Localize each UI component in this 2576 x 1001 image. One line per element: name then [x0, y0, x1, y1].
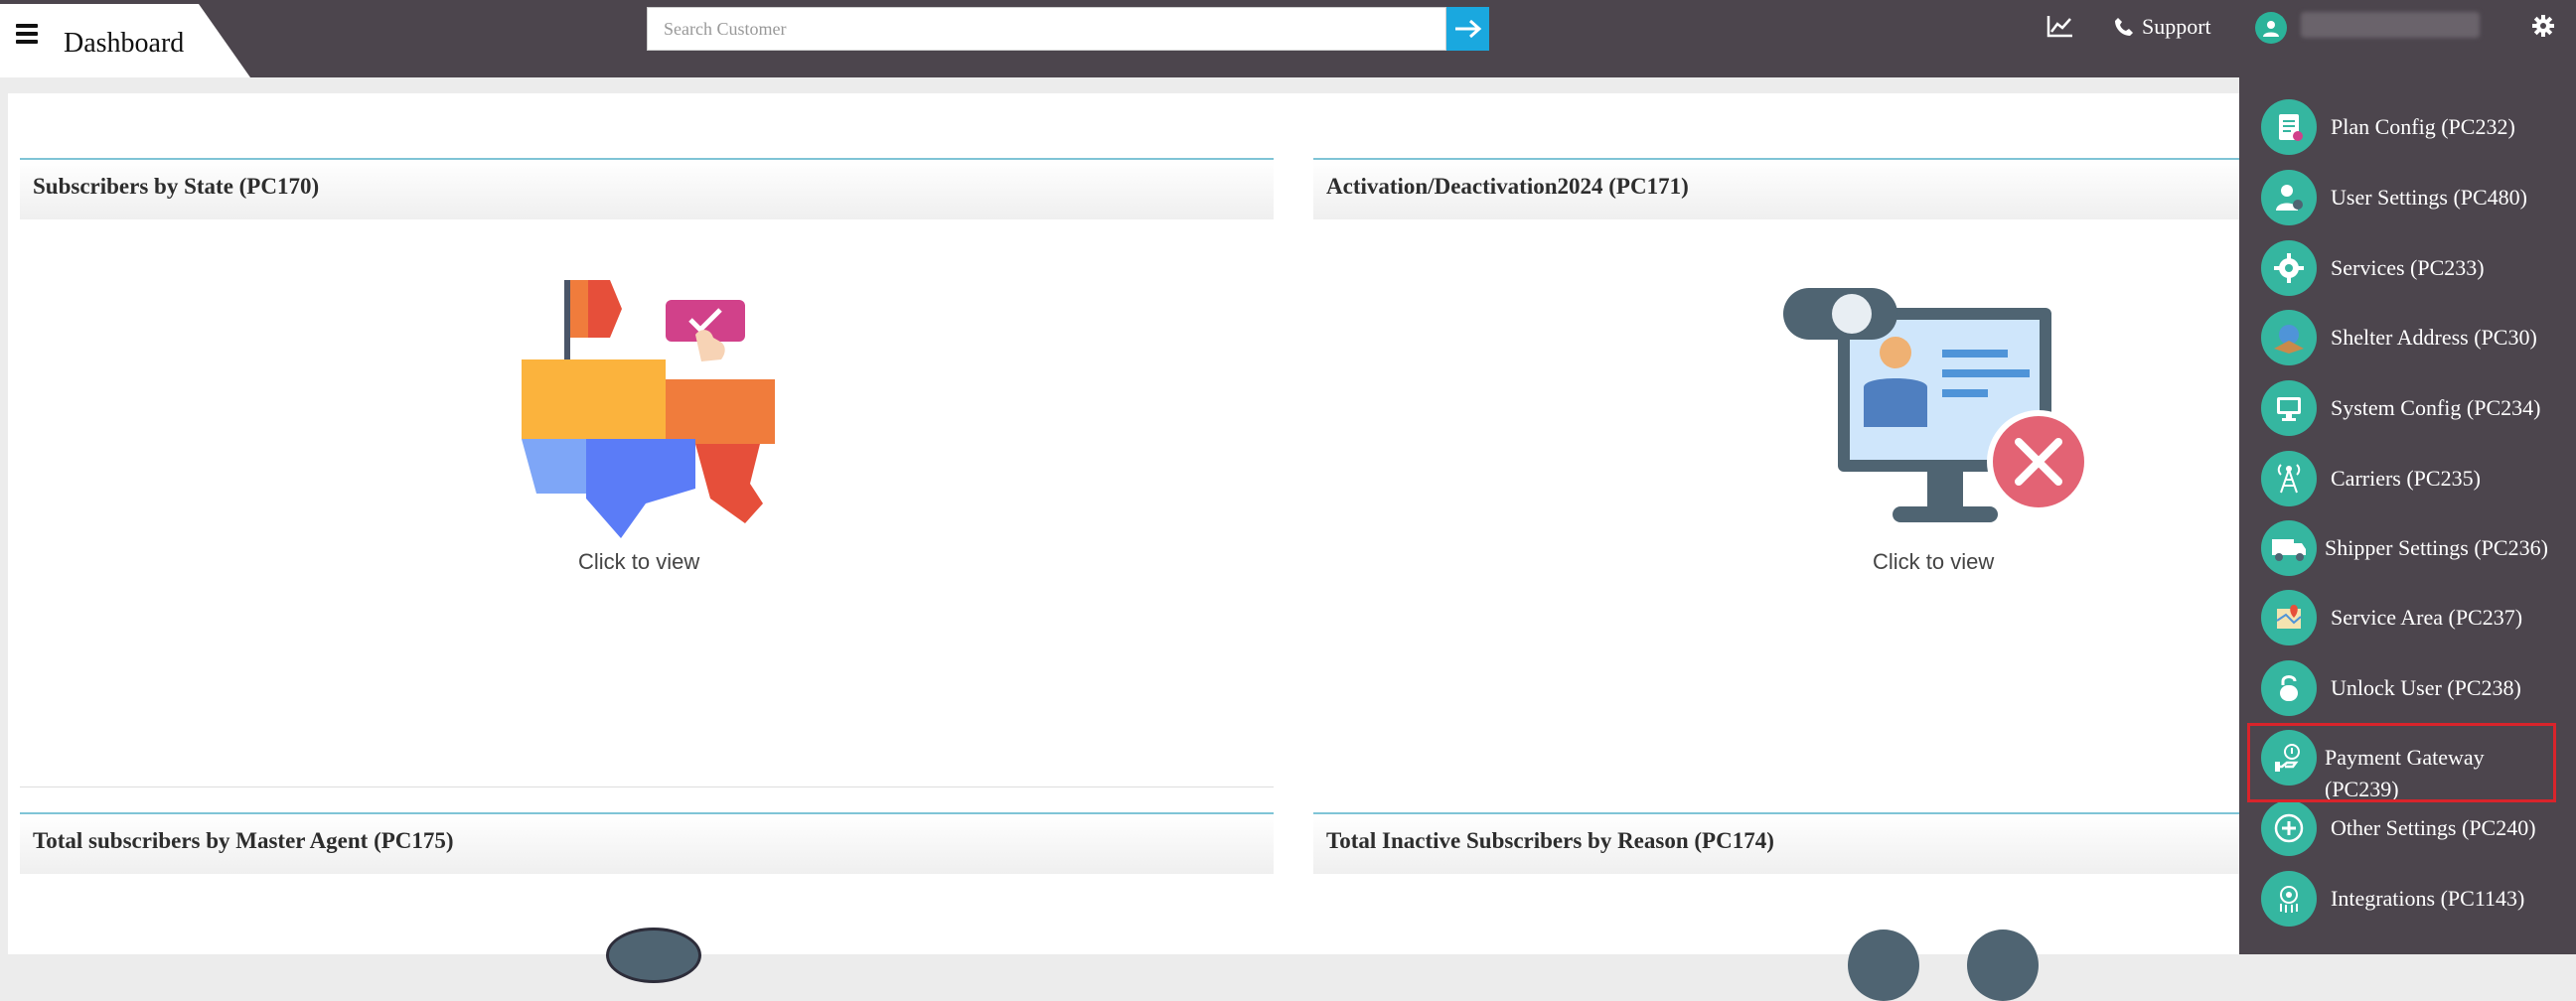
gear-icon[interactable] — [2531, 14, 2555, 43]
service-area-icon — [2261, 590, 2317, 645]
panel-master-agent-header: Total subscribers by Master Agent (PC175… — [20, 812, 1274, 874]
menu-label: Carriers (PC235) — [2331, 466, 2481, 491]
menu-item-other-settings[interactable]: Other Settings (PC240) — [2261, 800, 2569, 870]
page-title: Dashboard — [64, 28, 185, 59]
plan-config-icon — [2261, 99, 2317, 155]
panel-activation-header: Activation/Deactivation2024 (PC171) — [1313, 158, 2267, 219]
user-avatar-icon[interactable] — [2255, 12, 2287, 44]
state-map-flag-icon — [522, 280, 775, 538]
arrow-right-icon — [1454, 19, 1481, 39]
activation-deactivation-card[interactable] — [1778, 288, 2094, 541]
dashboard-tab[interactable]: Dashboard — [0, 4, 250, 77]
menu-label: User Settings (PC480) — [2331, 185, 2527, 210]
menu-item-integrations[interactable]: Integrations (PC1143) — [2261, 871, 2569, 940]
menu-item-system-config[interactable]: System Config (PC234) — [2261, 380, 2569, 450]
search-customer-box — [647, 7, 1446, 51]
settings-side-menu: Plan Config (PC232) User Settings (PC480… — [2239, 77, 2576, 954]
menu-item-shelter-address[interactable]: Shelter Address (PC30) — [2261, 310, 2569, 379]
search-input[interactable] — [648, 8, 1445, 50]
services-icon — [2261, 240, 2317, 296]
top-bar: Dashboard Support — [0, 0, 2576, 77]
user-settings-icon — [2261, 170, 2317, 225]
shipper-settings-icon — [2261, 520, 2317, 576]
menu-label: Plan Config (PC232) — [2331, 114, 2515, 139]
click-to-view-activation[interactable]: Click to view — [1873, 549, 1994, 575]
menu-item-unlock-user[interactable]: Unlock User (PC238) — [2261, 660, 2569, 730]
panel-inactive-reason-header: Total Inactive Subscribers by Reason (PC… — [1313, 812, 2267, 874]
menu-label: Unlock User (PC238) — [2331, 675, 2521, 700]
menu-item-service-area[interactable]: Service Area (PC237) — [2261, 590, 2569, 659]
carriers-icon — [2261, 451, 2317, 506]
menu-item-carriers[interactable]: Carriers (PC235) — [2261, 451, 2569, 520]
monitor-deactivate-icon — [1783, 288, 2090, 522]
menu-item-plan-config[interactable]: Plan Config (PC232) — [2261, 99, 2569, 169]
menu-label: Other Settings (PC240) — [2331, 815, 2536, 840]
search-submit-button[interactable] — [1446, 7, 1489, 51]
menu-label: Integrations (PC1143) — [2331, 886, 2525, 911]
menu-item-user-settings[interactable]: User Settings (PC480) — [2261, 170, 2569, 239]
plus-circle-icon — [2261, 800, 2317, 856]
payment-gateway-highlight — [2247, 723, 2556, 802]
click-to-view-state[interactable]: Click to view — [578, 549, 699, 575]
inactive-reason-illustration-right[interactable] — [1967, 930, 2039, 1001]
integrations-icon — [2261, 871, 2317, 927]
menu-label: Service Area (PC237) — [2331, 605, 2523, 630]
menu-label: System Config (PC234) — [2331, 395, 2541, 420]
panel-divider — [20, 786, 1274, 787]
analytics-chart-icon[interactable] — [2046, 14, 2074, 38]
shelter-address-icon — [2261, 310, 2317, 365]
menu-label: Shipper Settings (PC236) — [2325, 535, 2548, 560]
menu-label: Shelter Address (PC30) — [2331, 325, 2537, 350]
panel-subscribers-by-state-header: Subscribers by State (PC170) — [20, 158, 1274, 219]
inactive-reason-illustration-left[interactable] — [1848, 930, 1919, 1001]
system-config-icon — [2261, 380, 2317, 436]
menu-item-shipper-settings[interactable]: Shipper Settings (PC236) — [2261, 520, 2569, 590]
unlock-icon — [2261, 660, 2317, 716]
support-link[interactable]: Support — [2114, 14, 2211, 40]
support-label: Support — [2142, 14, 2211, 39]
menu-item-services[interactable]: Services (PC233) — [2261, 240, 2569, 310]
hamburger-menu-icon[interactable] — [16, 24, 38, 44]
master-agent-illustration[interactable] — [606, 928, 701, 983]
phone-icon — [2115, 18, 2133, 36]
user-name-redacted[interactable] — [2301, 12, 2480, 38]
subscribers-by-state-card[interactable] — [517, 280, 781, 543]
menu-label: Services (PC233) — [2331, 255, 2485, 280]
